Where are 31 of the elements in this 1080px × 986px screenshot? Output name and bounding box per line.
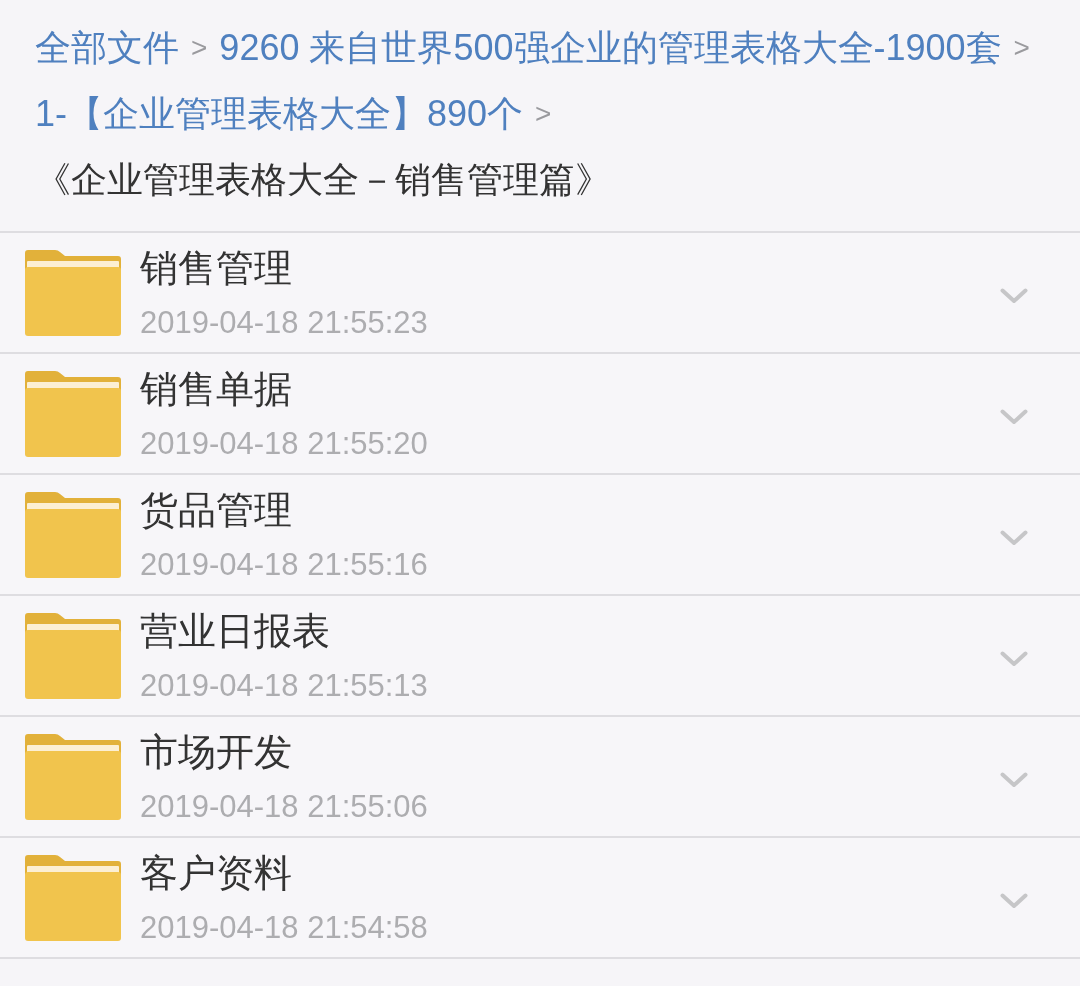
folder-name: 营业日报表: [140, 609, 330, 654]
modified-time: 2019-04-18 21:55:20: [140, 425, 428, 463]
folder-icon: [25, 370, 121, 457]
chevron-down-icon[interactable]: [1000, 892, 1028, 909]
folder-icon: [25, 249, 121, 336]
breadcrumb-separator: >: [535, 97, 552, 131]
folder-icon: [25, 491, 121, 578]
folder-icon: [25, 612, 121, 699]
modified-time: 2019-04-18 21:55:06: [140, 788, 428, 826]
folder-name: 货品管理: [140, 488, 292, 533]
folder-name: 市场开发: [140, 730, 292, 775]
chevron-down-icon[interactable]: [1000, 771, 1028, 788]
chevron-down-icon[interactable]: [1000, 529, 1028, 546]
breadcrumb-link[interactable]: 1-【企业管理表格大全】890个: [35, 81, 524, 147]
breadcrumb-separator: >: [191, 31, 208, 65]
folder-icon: [25, 733, 121, 820]
modified-time: 2019-04-18 21:55:16: [140, 546, 428, 584]
folder-icon: [25, 854, 121, 941]
chevron-down-icon[interactable]: [1000, 650, 1028, 667]
modified-time: 2019-04-18 21:55:23: [140, 304, 428, 342]
current-folder-title: 《企业管理表格大全－销售管理篇》: [35, 158, 611, 202]
breadcrumb-link[interactable]: 全部文件: [35, 15, 179, 81]
chevron-down-icon[interactable]: [1000, 408, 1028, 425]
folder-name: 销售单据: [140, 367, 292, 412]
folder-name: 客户资料: [140, 851, 292, 896]
modified-time: 2019-04-18 21:54:58: [140, 909, 428, 947]
breadcrumb-separator: >: [1013, 31, 1030, 65]
breadcrumb-link[interactable]: 9260 来自世界500强企业的管理表格大全-1900套: [219, 15, 1002, 81]
chevron-down-icon[interactable]: [1000, 287, 1028, 304]
modified-time: 2019-04-18 21:55:13: [140, 667, 428, 705]
folder-name: 销售管理: [140, 246, 292, 291]
